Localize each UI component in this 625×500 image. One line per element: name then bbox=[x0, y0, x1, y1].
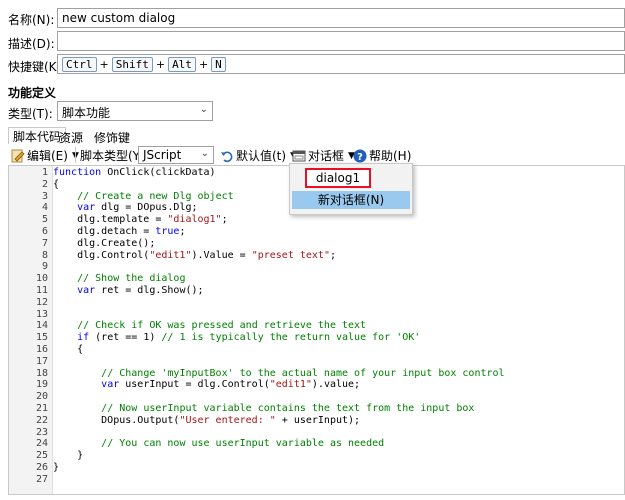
help-button[interactable]: ? 帮助(H) bbox=[353, 147, 411, 164]
code-line: function OnClick(clickData) bbox=[53, 167, 216, 178]
code-line: // Change 'myInputBox' to the actual nam… bbox=[101, 367, 505, 379]
description-label: 描述(D): bbox=[8, 37, 55, 51]
line-number: 5 bbox=[41, 214, 48, 226]
line-number: 9 bbox=[41, 261, 48, 273]
name-label: 名称(N): bbox=[8, 13, 55, 27]
line-number: 3 bbox=[41, 190, 48, 202]
script-type-value: JScript bbox=[143, 148, 182, 162]
line-number: 22 bbox=[35, 414, 48, 426]
hotkey-field[interactable]: Ctrl + Shift + Alt + N bbox=[57, 54, 625, 74]
type-label: 类型(T): bbox=[8, 107, 53, 121]
line-number: 2 bbox=[41, 178, 48, 190]
code-line: dlg.template = "dialog1"; bbox=[53, 214, 228, 226]
line-number: 16 bbox=[35, 344, 48, 355]
script-type-select[interactable]: JScript ⌄ bbox=[138, 146, 214, 164]
hotkey-key-ctrl: Ctrl bbox=[62, 57, 97, 72]
line-number: 12 bbox=[35, 296, 48, 308]
edit-menu-label: 编辑(E) bbox=[27, 149, 68, 163]
code-line: { bbox=[53, 178, 60, 190]
line-number: 7 bbox=[41, 237, 48, 249]
default-value-button[interactable]: 默认值(t) ▼ bbox=[220, 147, 297, 164]
edit-menu-button[interactable]: 编辑(E) ▼ bbox=[11, 147, 79, 164]
help-label: 帮助(H) bbox=[369, 149, 412, 163]
editor-toolbar: 编辑(E) ▼ 脚本类型(Y): JScript ⌄ 默认值(t) ▼ 对话框 … bbox=[0, 145, 625, 165]
line-number: 21 bbox=[35, 403, 48, 414]
hotkey-key-shift: Shift bbox=[111, 57, 153, 72]
line-number: 23 bbox=[35, 426, 48, 438]
hotkey-combination: Ctrl + Shift + Alt + N bbox=[62, 57, 226, 72]
hotkey-key-alt: Alt bbox=[168, 57, 196, 72]
line-number: 20 bbox=[35, 391, 48, 403]
line-number: 25 bbox=[35, 450, 48, 462]
chevron-down-icon: ⌄ bbox=[200, 148, 209, 159]
line-number: 15 bbox=[35, 332, 48, 344]
code-line: } bbox=[53, 450, 84, 462]
code-line: // Check if OK was pressed and retrieve … bbox=[77, 320, 367, 332]
type-select[interactable]: 脚本功能 ⌄ bbox=[57, 101, 213, 121]
code-line: dlg.detach = true; bbox=[53, 226, 186, 237]
line-number: 19 bbox=[35, 379, 48, 391]
line-number: 18 bbox=[35, 367, 48, 379]
code-line: var userInput = dlg.Control("edit1").val… bbox=[101, 379, 361, 391]
toolbar-divider bbox=[75, 147, 76, 163]
line-number: 24 bbox=[35, 438, 48, 450]
code-line: // Create a new Dlg object bbox=[77, 190, 234, 202]
line-number: 11 bbox=[35, 285, 48, 296]
dialog-menu-button[interactable]: 对话框 ▼ bbox=[292, 147, 355, 164]
dialog-window-icon bbox=[292, 149, 306, 163]
line-number: 8 bbox=[41, 249, 48, 261]
line-number-gutter: 1 2 3 4 5 6 7 8 9 10 11 12 13 14 15 16 17 18 19 20 21 22 23 24 2… bbox=[9, 166, 53, 494]
undo-icon bbox=[220, 149, 234, 163]
line-number: 14 bbox=[35, 320, 48, 332]
tab-modifier-keys[interactable]: 修饰键 bbox=[90, 129, 134, 146]
code-line: if (ret == 1) // 1 is typically the retu… bbox=[77, 332, 421, 344]
line-number: 27 bbox=[35, 473, 48, 485]
line-number: 6 bbox=[41, 226, 48, 237]
menu-item-new-dialog[interactable]: 新对话框(N) bbox=[292, 191, 410, 209]
type-select-value: 脚本功能 bbox=[62, 106, 111, 120]
code-line: // Now userInput variable contains the t… bbox=[101, 403, 475, 414]
line-number: 17 bbox=[35, 355, 48, 367]
default-value-label: 默认值(t) bbox=[236, 149, 287, 163]
line-number: 1 bbox=[41, 167, 48, 178]
line-number: 26 bbox=[35, 462, 48, 473]
code-line: // You can now use userInput variable as… bbox=[101, 438, 385, 450]
code-line: var ret = dlg.Show(); bbox=[77, 285, 204, 296]
code-line: DOpus.Output("User entered: " + userInpu… bbox=[53, 414, 361, 426]
code-line: dlg.Control("edit1").Value = "preset tex… bbox=[53, 249, 337, 261]
dialog-menu-label: 对话框 bbox=[308, 149, 345, 163]
code-line: // Show the dialog bbox=[77, 273, 186, 285]
code-line: var dlg = DOpus.Dlg; bbox=[77, 202, 198, 214]
tab-resources[interactable]: 资源 bbox=[55, 129, 87, 146]
line-number: 13 bbox=[35, 308, 48, 320]
code-line: } bbox=[53, 462, 60, 473]
menu-item-dialog1[interactable]: dialog1 bbox=[305, 168, 371, 188]
code-line: dlg.Create(); bbox=[53, 237, 156, 249]
name-field-value: new custom dialog bbox=[62, 11, 176, 25]
line-number: 10 bbox=[35, 273, 48, 285]
description-field[interactable] bbox=[57, 31, 625, 51]
help-icon: ? bbox=[353, 149, 367, 163]
pencil-icon bbox=[11, 149, 25, 163]
line-number: 4 bbox=[41, 202, 48, 214]
svg-text:?: ? bbox=[357, 152, 363, 163]
hotkey-key-n: N bbox=[211, 57, 226, 72]
code-line: { bbox=[53, 344, 84, 355]
name-field[interactable]: new custom dialog bbox=[57, 8, 625, 28]
dialog-dropdown-menu: dialog1 新对话框(N) bbox=[289, 163, 413, 215]
section-title: 功能定义 bbox=[8, 86, 57, 100]
chevron-down-icon: ⌄ bbox=[199, 104, 208, 115]
